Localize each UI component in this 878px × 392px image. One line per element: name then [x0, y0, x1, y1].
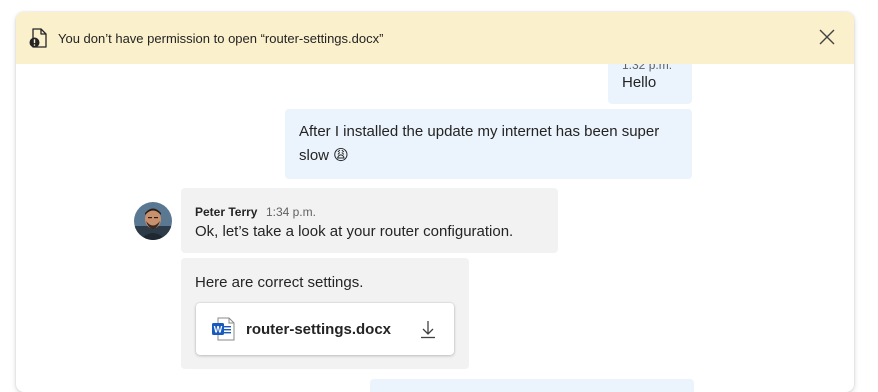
banner-message: You don’t have permission to open “route… [58, 30, 384, 46]
message-text: After I installed the update my internet… [299, 123, 660, 164]
my-message-update: After I installed the update my internet… [285, 109, 692, 179]
message-header: Peter Terry 1:34 p.m. [195, 203, 316, 221]
their-message-router-config: Peter Terry 1:34 p.m. Ok, let’s take a l… [181, 188, 558, 253]
file-attachment-card[interactable]: W router-settings.docx [196, 303, 454, 355]
close-icon[interactable] [816, 26, 838, 48]
chat-panel: 1:32 p.m. Hello After I installed the up… [16, 12, 854, 392]
svg-text:W: W [214, 325, 223, 335]
message-text: Hello [622, 74, 657, 91]
avatar[interactable] [134, 202, 172, 240]
locked-document-icon [29, 27, 49, 49]
avatar-image [134, 202, 172, 240]
message-text: Ok, let’s take a look at your router con… [195, 223, 514, 240]
message-list: 1:32 p.m. Hello After I installed the up… [16, 12, 854, 392]
permission-banner: You don’t have permission to open “route… [16, 12, 854, 64]
file-name[interactable]: router-settings.docx [246, 321, 391, 338]
sender-name: Peter Terry [195, 205, 258, 219]
message-text: Here are correct settings. [195, 274, 364, 291]
my-message-partial [370, 379, 694, 392]
message-timestamp: 1:34 p.m. [265, 205, 316, 219]
download-icon[interactable] [418, 318, 438, 340]
word-document-icon: W [210, 316, 236, 342]
